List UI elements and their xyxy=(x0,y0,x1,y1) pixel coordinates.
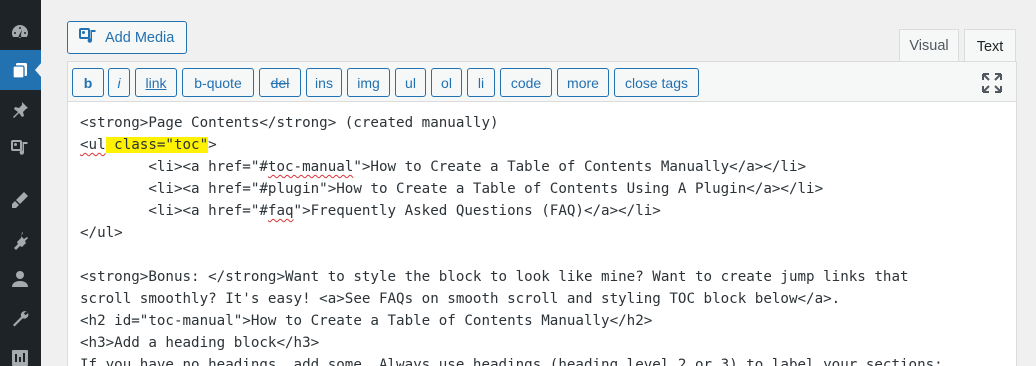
qt-close-tags-button[interactable]: close tags xyxy=(614,68,699,97)
highlighted-text: class="toc" xyxy=(105,137,209,153)
code-text: ">Frequently Asked Questions (FAQ)</a></… xyxy=(293,203,661,219)
code-line: </ul> xyxy=(80,225,123,241)
plugins-icon[interactable] xyxy=(8,228,32,252)
code-line: <h2 id="toc-manual">How to Create a Tabl… xyxy=(80,313,653,329)
tab-visual[interactable]: Visual xyxy=(899,29,959,62)
qt-italic-button[interactable]: i xyxy=(108,68,130,97)
qt-img-button[interactable]: img xyxy=(347,68,390,97)
pin-icon[interactable] xyxy=(8,98,32,122)
qt-bold-button[interactable]: b xyxy=(72,68,104,97)
misspelled-text: faq xyxy=(267,203,294,219)
qt-ul-button[interactable]: ul xyxy=(395,68,426,97)
pages-icon[interactable] xyxy=(8,58,32,82)
qt-more-button[interactable]: more xyxy=(557,68,609,97)
code-text: <li><a href="# xyxy=(80,203,268,219)
users-icon[interactable] xyxy=(8,267,32,291)
admin-sidebar xyxy=(0,0,42,366)
add-media-button[interactable]: Add Media xyxy=(67,21,187,54)
tools-icon[interactable] xyxy=(8,306,32,330)
code-text: <ul xyxy=(80,137,106,153)
qt-li-button[interactable]: li xyxy=(467,68,495,97)
qt-del-button[interactable]: del xyxy=(259,68,301,97)
code-line: <ul class="toc"> xyxy=(80,134,1004,156)
code-line: <li><a href="#plugin">How to Create a Ta… xyxy=(80,181,824,197)
code-line: scroll smoothly? It's easy! <a>See FAQs … xyxy=(80,291,841,307)
fullscreen-icon[interactable] xyxy=(981,72,1003,94)
code-line: <strong>Bonus: </strong>Want to style th… xyxy=(80,269,909,285)
code-line: If you have no headings, add some. Alway… xyxy=(80,357,943,366)
dashboard-icon[interactable] xyxy=(8,20,32,44)
content-textarea[interactable]: <strong>Page Contents</strong> (created … xyxy=(68,103,1016,366)
add-media-label: Add Media xyxy=(105,29,175,46)
appearance-icon[interactable] xyxy=(8,188,32,212)
code-line: <h3>Add a heading block</h3> xyxy=(80,335,320,351)
quicktags-toolbar: b i link b-quote del ins img ul ol li co… xyxy=(68,62,1016,102)
code-line: <li><a href="#toc-manual">How to Create … xyxy=(80,156,1004,178)
misspelled-text: toc-manual xyxy=(267,159,354,175)
qt-ins-button[interactable]: ins xyxy=(306,68,342,97)
code-text: <li><a href="# xyxy=(80,159,268,175)
qt-blockquote-button[interactable]: b-quote xyxy=(182,68,254,97)
add-media-icon xyxy=(78,26,98,50)
qt-link-button[interactable]: link xyxy=(135,68,177,97)
media-icon[interactable] xyxy=(8,136,32,160)
code-text: > xyxy=(208,137,217,153)
code-line: <li><a href="#faq">Frequently Asked Ques… xyxy=(80,200,1004,222)
sidebar-current-arrow xyxy=(35,62,42,78)
qt-ol-button[interactable]: ol xyxy=(431,68,462,97)
qt-code-button[interactable]: code xyxy=(500,68,552,97)
code-line: <strong>Page Contents</strong> (created … xyxy=(80,115,499,131)
code-text: ">How to Create a Table of Contents Manu… xyxy=(353,159,807,175)
tab-text[interactable]: Text xyxy=(964,29,1016,63)
code-text: class="toc" xyxy=(105,137,209,153)
settings-icon[interactable] xyxy=(8,346,32,366)
text-editor: b i link b-quote del ins img ul ol li co… xyxy=(67,61,1017,366)
